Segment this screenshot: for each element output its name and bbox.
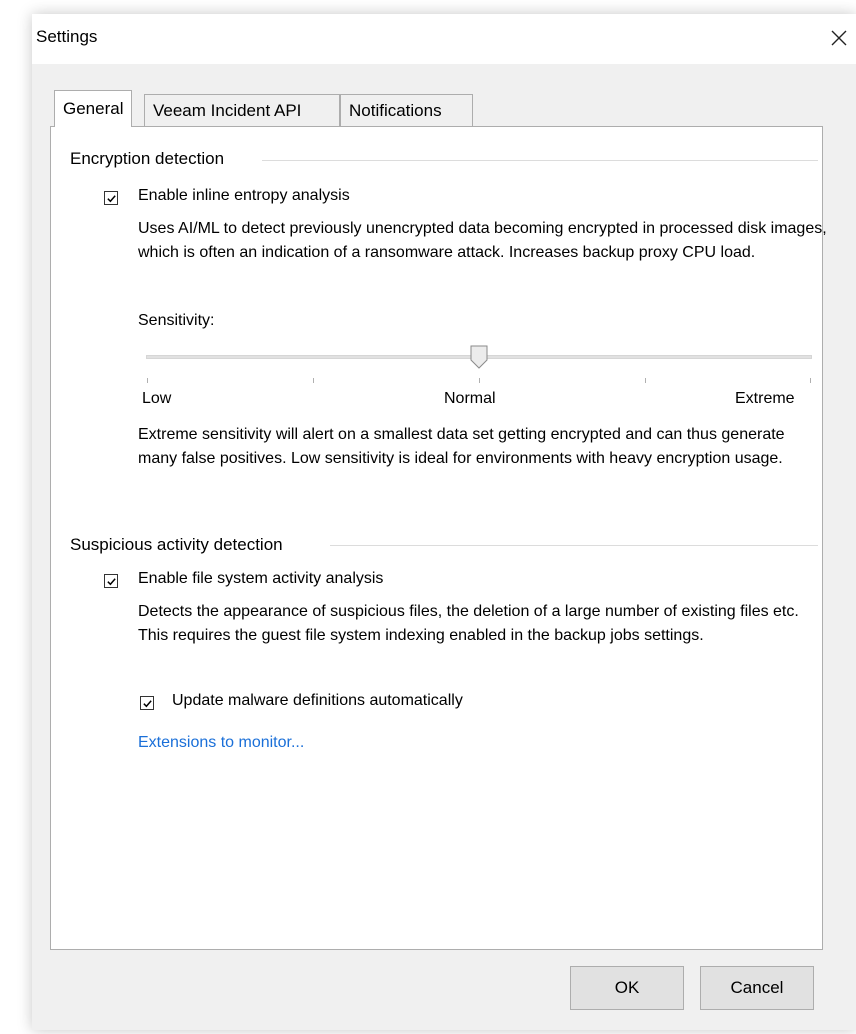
close-icon: [831, 30, 847, 46]
entropy-analysis-description: Uses AI/ML to detect previously unencryp…: [138, 220, 827, 261]
checkmark-icon: [106, 194, 116, 202]
fs-activity-analysis-checkbox[interactable]: [104, 574, 118, 588]
slider-tick: [645, 378, 646, 383]
suspicious-group-title: Suspicious activity detection: [70, 535, 289, 555]
sensitivity-slider-thumb[interactable]: [470, 345, 488, 369]
slider-tick: [479, 378, 480, 383]
extensions-to-monitor-link[interactable]: Extensions to monitor...: [138, 734, 304, 752]
sensitivity-low-label: Low: [142, 390, 172, 407]
tab-general[interactable]: General: [54, 90, 133, 127]
sensitivity-label: Sensitivity:: [138, 312, 215, 329]
tab-notifications-label: Notifications: [349, 100, 442, 120]
suspicious-group-divider: [330, 545, 818, 546]
tab-notifications[interactable]: Notifications: [340, 94, 473, 126]
entropy-analysis-label[interactable]: Enable inline entropy analysis: [138, 187, 350, 205]
sensitivity-note: Extreme sensitivity will alert on a smal…: [138, 426, 785, 467]
sensitivity-normal-label: Normal: [444, 390, 496, 407]
slider-tick: [810, 378, 811, 383]
checkmark-icon: [142, 699, 152, 707]
fs-activity-analysis-label[interactable]: Enable file system activity analysis: [138, 570, 383, 588]
fs-activity-analysis-description: Detects the appearance of suspicious fil…: [138, 603, 799, 644]
title-bar: Settings: [32, 14, 856, 64]
sensitivity-extreme-label: Extreme: [735, 390, 795, 407]
tab-veeam-incident-api-label: Veeam Incident API: [153, 100, 302, 120]
ok-button[interactable]: OK: [570, 966, 684, 1010]
window-title: Settings: [36, 27, 98, 46]
cancel-button[interactable]: Cancel: [700, 966, 814, 1010]
update-malware-definitions-label[interactable]: Update malware definitions automatically: [172, 692, 463, 710]
checkmark-icon: [106, 577, 116, 585]
ok-button-label: OK: [614, 978, 640, 997]
tab-general-label: General: [63, 99, 124, 118]
slider-tick: [147, 378, 148, 383]
encryption-group-divider: [262, 160, 818, 161]
slider-tick: [313, 378, 314, 383]
cancel-button-label: Cancel: [730, 978, 784, 997]
entropy-analysis-checkbox[interactable]: [104, 191, 118, 205]
tab-veeam-incident-api[interactable]: Veeam Incident API: [144, 94, 340, 126]
close-button[interactable]: [822, 20, 856, 56]
encryption-group-title: Encryption detection: [70, 149, 231, 169]
update-malware-definitions-checkbox[interactable]: [140, 696, 154, 710]
